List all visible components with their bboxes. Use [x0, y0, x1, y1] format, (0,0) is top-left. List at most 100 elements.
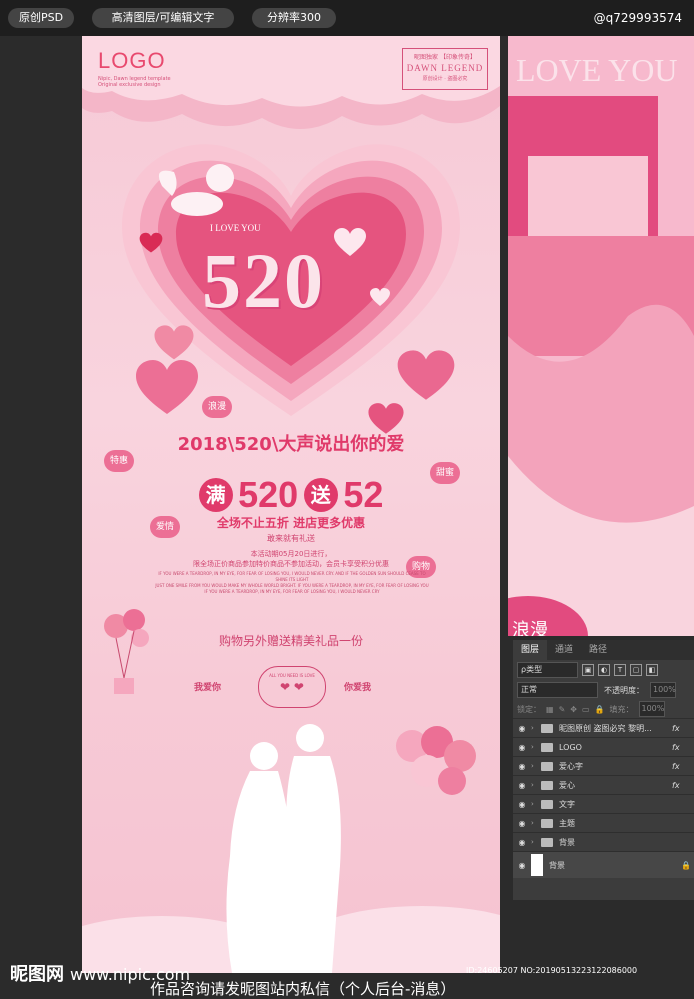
adjust-filter-icon[interactable]: ◐: [598, 664, 610, 676]
filter-row: ρ类型 ▣ ◐ T ▢ ◧: [513, 660, 694, 680]
layer-kind-filter[interactable]: ρ类型: [517, 662, 578, 678]
love-left: 我爱你: [194, 683, 222, 693]
eye-icon[interactable]: ◉: [513, 838, 531, 847]
tab-paths[interactable]: 路径: [581, 640, 615, 660]
expand-arrow-icon[interactable]: ›: [531, 838, 541, 846]
balloons-icon: [104, 609, 149, 694]
lock-icon: 🔒: [681, 860, 691, 870]
preview-art: [508, 36, 694, 636]
promo-52: 52: [343, 474, 384, 515]
brand-bottom: 原创设计 · 盗图必究: [422, 76, 468, 82]
couple-silhouette-scene: [82, 724, 500, 973]
love-badge: ALL YOU NEED IS LOVE ❤ ❤: [258, 666, 326, 708]
expand-arrow-icon[interactable]: ›: [531, 762, 541, 770]
image-filter-icon[interactable]: ▣: [582, 664, 594, 676]
brand-name: DAWN LEGEND: [406, 63, 484, 73]
eye-icon[interactable]: ◉: [513, 861, 531, 870]
expand-arrow-icon[interactable]: ›: [531, 819, 541, 827]
layer-row[interactable]: ◉ › 文字: [513, 794, 694, 813]
fx-badge[interactable]: fx: [672, 762, 694, 771]
tab-layers[interactable]: 图层: [513, 640, 548, 660]
lock-paint-icon[interactable]: ✎: [559, 705, 566, 714]
layer-row[interactable]: ◉ › 背景: [513, 832, 694, 851]
english-text: IF YOU WERE A TEARDROP, IN MY EYE, FOR F…: [152, 571, 432, 595]
english-line-1: IF YOU WERE A TEARDROP, IN MY EYE, FOR F…: [158, 571, 426, 582]
folder-icon: [541, 818, 553, 828]
heart-icon: [139, 232, 163, 253]
layer-name: LOGO: [559, 742, 582, 752]
layer-row[interactable]: ◉ › 主题: [513, 813, 694, 832]
eye-icon[interactable]: ◉: [513, 819, 531, 828]
lock-move-icon[interactable]: ✥: [570, 705, 577, 714]
heart-icon: [397, 350, 455, 400]
blend-row: 正常 不透明度： 100%: [513, 680, 694, 700]
lock-label: 锁定：: [517, 704, 541, 714]
layer-row[interactable]: ◉ › 爱心字 fx: [513, 756, 694, 775]
layer-name: 昵图原创 盗图必究 黎明...: [559, 723, 652, 733]
site-name: 昵图网: [10, 964, 64, 985]
blend-mode-select[interactable]: 正常: [517, 682, 598, 698]
panel-tabs: 图层 通道 路径: [513, 640, 694, 660]
text-filter-icon[interactable]: T: [614, 664, 626, 676]
activity-line-1: 本活动期05月20日进行，: [250, 550, 332, 558]
bottom-caption: 作品咨询请发昵图站内私信（个人后台-消息）: [150, 980, 456, 998]
i-love-you-label: I LOVE YOU: [210, 223, 261, 233]
gift-note: 敢来就有礼送: [267, 534, 315, 543]
lock-all-icon[interactable]: 🔒: [595, 705, 605, 714]
poster: LOGO Nipic, Dawn legend template Origina…: [82, 36, 500, 973]
love-birds-icon: ❤ ❤: [280, 680, 304, 694]
brand-top: 昵图独家 【印象传奇】: [414, 54, 476, 61]
heart-icon: [136, 360, 198, 414]
eye-icon[interactable]: ◉: [513, 743, 531, 752]
love-badge-text: ALL YOU NEED IS LOVE: [269, 673, 315, 678]
folder-icon: [541, 742, 553, 752]
promo-man: 满: [198, 478, 233, 512]
layer-row[interactable]: ◉ › 爱心 fx: [513, 775, 694, 794]
layer-name: 爱心字: [559, 761, 583, 771]
opacity-label: 不透明度：: [604, 685, 644, 695]
eye-icon[interactable]: ◉: [513, 762, 531, 771]
heart-balloons-icon: [396, 726, 476, 795]
eye-icon[interactable]: ◉: [513, 724, 531, 733]
layer-name: 背景: [549, 860, 565, 870]
fx-badge[interactable]: fx: [672, 781, 694, 790]
folder-icon: [541, 761, 553, 771]
smart-filter-icon[interactable]: ◧: [646, 664, 658, 676]
lock-pixels-icon[interactable]: ▦: [546, 705, 554, 714]
layer-row[interactable]: ◉ › 昵图原创 盗图必究 黎明... fx: [513, 718, 694, 737]
tab-channels[interactable]: 通道: [547, 640, 581, 660]
lock-artboard-icon[interactable]: ▭: [582, 705, 590, 714]
layer-name: 爱心: [559, 780, 575, 790]
layer-thumbnail: [531, 854, 543, 876]
preview-bottom-text: 浪漫: [512, 620, 548, 636]
eye-icon[interactable]: ◉: [513, 781, 531, 790]
folder-icon: [541, 723, 553, 733]
tag-romantic: 浪漫: [202, 396, 232, 418]
eye-icon[interactable]: ◉: [513, 800, 531, 809]
top-bar: 原创PSD 高清图层/可编辑文字 分辨率300 @q729993574: [0, 0, 694, 36]
layer-row[interactable]: ◉ › LOGO fx: [513, 737, 694, 756]
fill-label: 填充：: [609, 704, 634, 714]
lock-row: 锁定： ▦ ✎ ✥ ▭ 🔒 填充： 100%: [513, 700, 694, 718]
contact-label: @q729993574: [593, 11, 682, 25]
english-line-3: IF YOU WERE A TEARDROP, IN MY EYE, FOR F…: [204, 589, 380, 594]
background-layer[interactable]: ◉ 背景 🔒: [513, 851, 694, 878]
layer-name: 背景: [559, 837, 575, 847]
image-id: ID:24605207 NO:20190513223122086000: [466, 966, 638, 975]
expand-arrow-icon[interactable]: ›: [531, 800, 541, 808]
expand-arrow-icon[interactable]: ›: [531, 743, 541, 751]
heart-icon: [154, 325, 194, 360]
opacity-field[interactable]: 100%: [650, 682, 676, 698]
fx-badge[interactable]: fx: [672, 743, 694, 752]
folder-icon: [541, 780, 553, 790]
discount-text: 全场不止五折 进店更多优惠: [216, 516, 366, 530]
fx-badge[interactable]: fx: [672, 724, 694, 733]
shape-filter-icon[interactable]: ▢: [630, 664, 642, 676]
slogan: 2018\520\大声说出你的爱: [177, 434, 405, 455]
expand-arrow-icon[interactable]: ›: [531, 724, 541, 732]
resolution-badge: 分辨率300: [252, 8, 336, 28]
folder-icon: [541, 837, 553, 847]
expand-arrow-icon[interactable]: ›: [531, 781, 541, 789]
fill-field[interactable]: 100%: [638, 701, 665, 717]
activity-line-2: 限全场正价商品参加特价商品不参加活动，会员卡享受积分优惠: [193, 560, 389, 568]
